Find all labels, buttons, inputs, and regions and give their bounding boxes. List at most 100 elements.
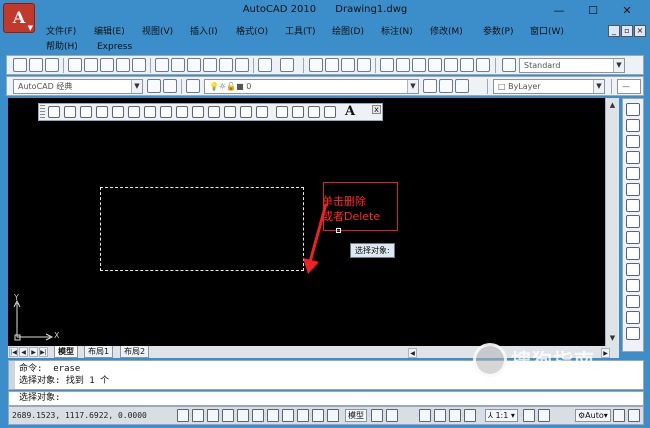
steering-wheel-icon[interactable] <box>449 409 461 422</box>
zoom-previous-icon[interactable] <box>357 58 371 72</box>
block-editor-icon[interactable] <box>235 58 249 72</box>
insert-block-icon[interactable] <box>224 106 236 118</box>
annotation-visibility-icon[interactable] <box>523 409 535 422</box>
chamfer-icon[interactable] <box>626 327 640 340</box>
command-input[interactable]: 选择对象: <box>8 391 644 406</box>
close-icon[interactable]: x <box>372 105 381 114</box>
undo-icon[interactable] <box>258 58 272 72</box>
workspace-settings-icon[interactable] <box>147 79 161 93</box>
scale-icon[interactable] <box>626 215 640 228</box>
selected-rectangle[interactable] <box>100 187 304 271</box>
tab-layout2[interactable]: 布局2 <box>120 346 150 358</box>
layer-states-icon[interactable] <box>455 79 469 93</box>
menu-insert[interactable]: 插入(I) <box>190 25 218 39</box>
snap-mode-icon[interactable] <box>177 409 189 422</box>
new-file-icon[interactable] <box>13 58 27 72</box>
object-snap-tracking-icon[interactable] <box>252 409 264 422</box>
cut-icon[interactable] <box>155 58 169 72</box>
pan-status-icon[interactable] <box>419 409 431 422</box>
color-dropdown[interactable]: □ ByLayer ▼ <box>493 79 605 94</box>
rotate-icon[interactable] <box>626 199 640 212</box>
tool-palettes-icon[interactable] <box>412 58 426 72</box>
dynamic-ucs-icon[interactable] <box>267 409 279 422</box>
cursor-coordinates[interactable]: 2689.1523, 1117.6922, 0.0000 <box>12 410 147 422</box>
doc-close-button[interactable]: × <box>634 25 646 37</box>
quick-view-layouts-icon[interactable] <box>371 409 383 422</box>
menu-express[interactable]: Express <box>97 40 132 54</box>
lock-ui-icon[interactable] <box>613 409 625 422</box>
menu-window[interactable]: 窗口(W) <box>530 25 564 39</box>
match-properties-icon[interactable] <box>219 58 233 72</box>
application-menu-button[interactable]: A ▼ <box>3 3 35 33</box>
plot-icon[interactable] <box>68 58 82 72</box>
3dwf-icon[interactable] <box>132 58 146 72</box>
model-space-button[interactable]: 模型 <box>345 409 367 422</box>
properties-icon[interactable] <box>380 58 394 72</box>
workspace-dropdown[interactable]: AutoCAD 经典 ▼ <box>13 79 143 94</box>
menu-view[interactable]: 视图(V) <box>142 25 173 39</box>
polar-tracking-icon[interactable] <box>222 409 234 422</box>
markup-icon[interactable] <box>444 58 458 72</box>
join-icon[interactable] <box>626 311 640 324</box>
menu-draw[interactable]: 绘图(D) <box>332 25 364 39</box>
tab-model[interactable]: 模型 <box>54 346 78 358</box>
rectangle-icon[interactable] <box>112 106 124 118</box>
arc-icon[interactable] <box>128 106 140 118</box>
make-current-layer-icon[interactable] <box>423 79 437 93</box>
menu-parametric[interactable]: 参数(P) <box>483 25 513 39</box>
mirror-icon[interactable] <box>626 135 640 148</box>
zoom-realtime-icon[interactable] <box>325 58 339 72</box>
stretch-icon[interactable] <box>626 231 640 244</box>
move-icon[interactable] <box>626 183 640 196</box>
layer-dropdown[interactable]: 💡☼🔓■ 0 ▼ <box>204 79 419 94</box>
plot-preview-icon[interactable] <box>84 58 98 72</box>
help-icon[interactable] <box>476 58 490 72</box>
menu-edit[interactable]: 编辑(E) <box>94 25 125 39</box>
selection-cycling-icon[interactable] <box>327 409 339 422</box>
clean-screen-icon[interactable] <box>628 409 640 422</box>
paste-icon[interactable] <box>187 58 201 72</box>
vertical-scrollbar[interactable]: ▲ ▼ <box>605 98 619 346</box>
quickcalc-icon[interactable] <box>460 58 474 72</box>
dynamic-input-icon[interactable] <box>282 409 294 422</box>
make-block-icon[interactable] <box>240 106 252 118</box>
break-icon[interactable] <box>626 295 640 308</box>
sheet-set-icon[interactable] <box>428 58 442 72</box>
drawing-canvas[interactable]: A x 单击删除 或者Delete 选择对象: Y X <box>8 98 605 346</box>
doc-minimize-button[interactable]: _ <box>608 25 620 37</box>
quick-properties-icon[interactable] <box>312 409 324 422</box>
layer-properties-icon[interactable] <box>186 79 200 93</box>
menu-help[interactable]: 帮助(H) <box>46 40 78 54</box>
open-file-icon[interactable] <box>29 58 43 72</box>
text-style-icon[interactable] <box>502 58 516 72</box>
minimize-button[interactable]: — <box>546 2 572 20</box>
workspace-save-icon[interactable] <box>163 79 177 93</box>
array-icon[interactable] <box>626 167 640 180</box>
table-icon[interactable] <box>324 106 336 118</box>
extend-icon[interactable] <box>626 263 640 276</box>
scroll-up-icon[interactable]: ▲ <box>607 99 618 111</box>
zoom-window-icon[interactable] <box>341 58 355 72</box>
ellipse-arc-icon[interactable] <box>208 106 220 118</box>
publish-icon[interactable] <box>100 58 114 72</box>
paste-block-icon[interactable] <box>203 58 217 72</box>
design-center-icon[interactable] <box>396 58 410 72</box>
hatch-icon[interactable] <box>276 106 288 118</box>
layer-previous-icon[interactable] <box>439 79 453 93</box>
copy-icon[interactable] <box>171 58 185 72</box>
scroll-left-icon[interactable]: ◀ <box>408 348 417 358</box>
line-icon[interactable] <box>48 106 60 118</box>
last-layout-icon[interactable]: ▶| <box>39 347 48 357</box>
polyline-icon[interactable] <box>80 106 92 118</box>
text-style-dropdown[interactable]: Standard ▼ <box>519 58 625 73</box>
break-at-point-icon[interactable] <box>626 279 640 292</box>
command-line-grip[interactable] <box>9 361 15 389</box>
gradient-icon[interactable] <box>292 106 304 118</box>
menu-dimension[interactable]: 标注(N) <box>381 25 413 39</box>
3d-print-icon[interactable] <box>116 58 130 72</box>
lineweight-icon[interactable] <box>297 409 309 422</box>
pan-icon[interactable] <box>309 58 323 72</box>
spline-icon[interactable] <box>176 106 188 118</box>
next-layout-icon[interactable]: ▶ <box>29 347 38 357</box>
maximize-button[interactable]: ☐ <box>580 2 606 20</box>
